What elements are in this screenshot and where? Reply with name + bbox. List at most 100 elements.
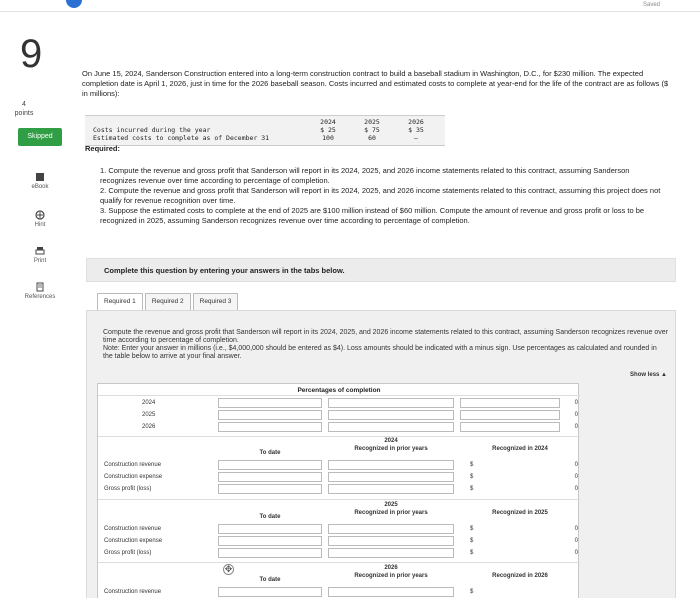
table-row: Costs incurred during the year $ 25 $ 75… [93, 126, 445, 134]
cell-value: $ 25 [320, 126, 336, 134]
top-bar: Saved [0, 0, 700, 12]
answer-input[interactable] [218, 410, 322, 420]
to-date-header: To date [259, 514, 281, 520]
to-date-header: To date [259, 577, 281, 583]
answer-input[interactable] [328, 587, 454, 597]
tab-required-2[interactable]: Required 2 [144, 293, 191, 311]
row-label: Costs incurred during the year [93, 126, 211, 134]
table-row: Estimated costs to complete as of Decemb… [93, 134, 445, 142]
show-less-link[interactable]: Show less ▲ [630, 372, 667, 378]
grid-title: Percentages of completion [98, 384, 580, 396]
list-item: 2. Compute the revenue and gross profit … [100, 186, 661, 205]
currency-symbol: $ [470, 526, 474, 532]
result-value: 0 [574, 486, 578, 492]
pc-value: 0 [574, 400, 578, 406]
result-value: 0 [574, 462, 578, 468]
pc-value: 0 [574, 412, 578, 418]
divider [98, 499, 580, 500]
pc-value: 0 [574, 424, 578, 430]
hint-icon [35, 210, 45, 220]
answer-input[interactable] [218, 484, 322, 494]
pc-year-label: 2025 [142, 412, 156, 418]
current-year-header: Recognized in 2025 [492, 510, 548, 516]
nav-circle-icon[interactable] [66, 0, 82, 8]
tab-panel: Compute the revenue and gross profit tha… [86, 310, 676, 598]
currency-symbol: $ [470, 462, 474, 468]
answer-input[interactable] [218, 460, 322, 470]
answer-input[interactable] [328, 410, 454, 420]
references-label: References [24, 294, 56, 300]
saved-status: Saved [642, 2, 660, 8]
print-label: Print [33, 258, 47, 264]
pc-year-label: 2026 [142, 424, 156, 430]
cell-value: $ 75 [364, 126, 380, 134]
row-label: Construction expense [104, 474, 163, 480]
move-cursor-icon: ✥ [223, 564, 234, 575]
answer-input[interactable] [218, 422, 322, 432]
row-label: Construction revenue [104, 589, 162, 595]
tab-bar: Required 1 Required 2 Required 3 [97, 293, 240, 311]
section-year: 2025 [384, 502, 398, 508]
answer-input[interactable] [328, 472, 454, 482]
row-label: Gross profit (loss) [104, 486, 152, 492]
section-year: 2026 [384, 565, 398, 571]
print-icon [35, 247, 45, 255]
row-label: Estimated costs to complete as of Decemb… [93, 134, 270, 142]
ebook-label: eBook [31, 184, 49, 190]
answer-input[interactable] [460, 410, 560, 420]
currency-symbol: $ [470, 474, 474, 480]
answer-input[interactable] [218, 398, 322, 408]
answer-input[interactable] [328, 398, 454, 408]
answer-input[interactable] [460, 398, 560, 408]
cell-value: – [414, 134, 418, 142]
answer-input[interactable] [328, 422, 454, 432]
references-button[interactable]: References [18, 282, 62, 300]
points-label: points [14, 110, 34, 117]
requirements-list: 1. Compute the revenue and gross profit … [100, 166, 665, 226]
instructions: Compute the revenue and gross profit tha… [103, 329, 668, 361]
tab-required-3[interactable]: Required 3 [192, 293, 239, 311]
result-value: 0 [574, 538, 578, 544]
list-item: 1. Compute the revenue and gross profit … [100, 166, 630, 185]
divider [98, 562, 580, 563]
to-date-header: To date [259, 450, 281, 456]
result-value: 0 [574, 550, 578, 556]
answer-input[interactable] [218, 536, 322, 546]
answer-input[interactable] [328, 536, 454, 546]
cell-value: $ 35 [408, 126, 424, 134]
print-button[interactable]: Print [18, 246, 62, 264]
list-item: 3. Suppose the estimated costs to comple… [100, 206, 645, 225]
answer-input[interactable] [218, 587, 322, 597]
question-number: 9 [20, 32, 43, 76]
result-value: 0 [574, 526, 578, 532]
row-label: Construction expense [104, 538, 163, 544]
references-icon [36, 282, 44, 292]
hint-button[interactable]: Hint [18, 210, 62, 228]
answer-input[interactable] [218, 524, 322, 534]
answer-input[interactable] [328, 460, 454, 470]
answer-input[interactable] [460, 422, 560, 432]
currency-symbol: $ [470, 538, 474, 544]
answer-input[interactable] [328, 548, 454, 558]
currency-symbol: $ [470, 550, 474, 556]
skipped-badge[interactable]: Skipped [18, 128, 62, 146]
book-icon [36, 173, 44, 181]
answer-input[interactable] [218, 472, 322, 482]
currency-symbol: $ [470, 486, 474, 492]
divider [98, 436, 580, 437]
row-label: Gross profit (loss) [104, 550, 152, 556]
ebook-button[interactable]: eBook [18, 172, 62, 190]
prior-years-header: Recognized in prior years [354, 510, 428, 516]
tabs-banner: Complete this question by entering your … [86, 258, 676, 282]
row-label: Construction revenue [104, 462, 162, 468]
tab-required-1[interactable]: Required 1 [97, 293, 143, 311]
current-year-header: Recognized in 2024 [492, 446, 548, 452]
prior-years-header: Recognized in prior years [354, 573, 428, 579]
answer-input[interactable] [328, 524, 454, 534]
answer-input[interactable] [218, 548, 322, 558]
hint-label: Hint [34, 222, 46, 228]
row-label: Construction revenue [104, 526, 162, 532]
result-value: 0 [574, 474, 578, 480]
current-year-header: Recognized in 2026 [492, 573, 548, 579]
answer-input[interactable] [328, 484, 454, 494]
